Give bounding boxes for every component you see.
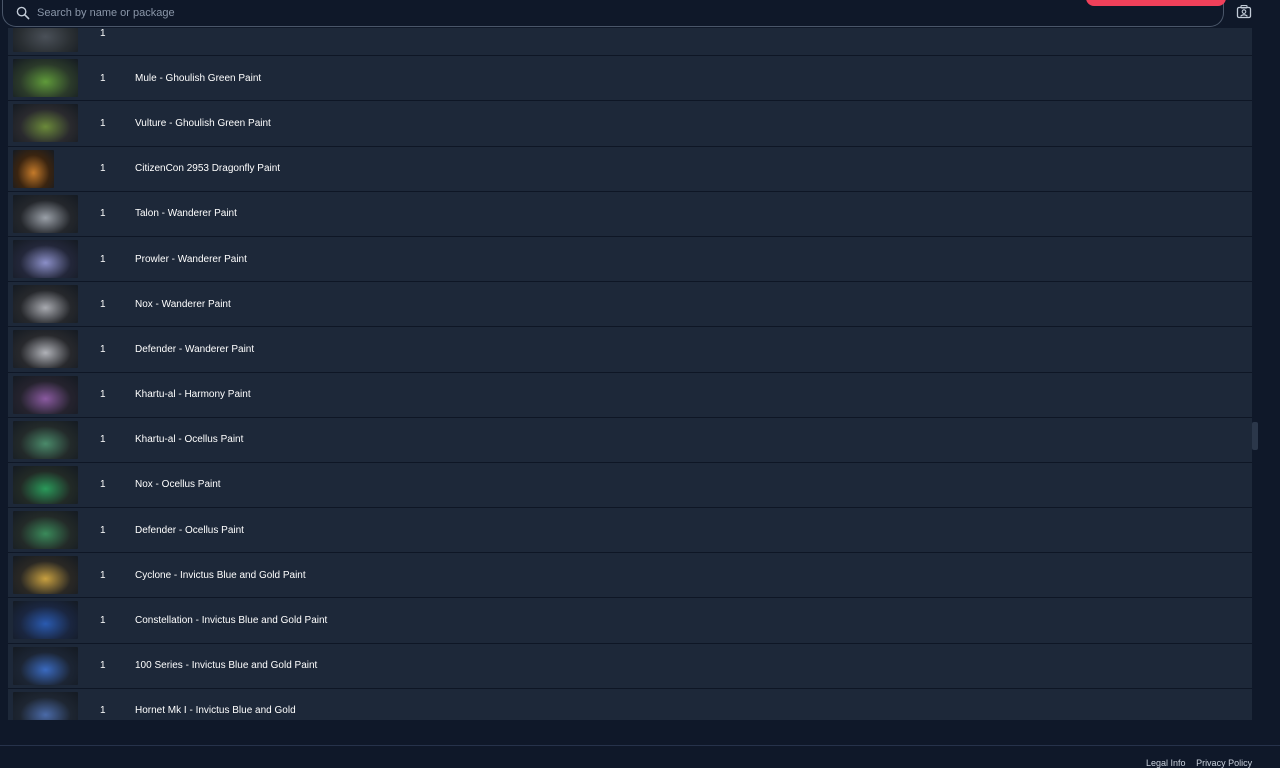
item-name: Nox - Ocellus Paint xyxy=(135,479,221,491)
item-thumbnail xyxy=(13,149,54,188)
item-quantity: 1 xyxy=(100,208,106,220)
search-bar xyxy=(2,0,1224,27)
item-quantity: 1 xyxy=(100,28,106,39)
table-row[interactable]: 1 Prowler - Wanderer Paint xyxy=(8,237,1252,283)
item-name: Vulture - Ghoulish Green Paint xyxy=(135,117,271,129)
item-name: Khartu-al - Harmony Paint xyxy=(135,389,251,401)
table-row[interactable]: 1 Vulture - Ghoulish Green Paint xyxy=(8,101,1252,147)
table-row[interactable]: 1 Defender - Wanderer Paint xyxy=(8,327,1252,373)
table-row[interactable]: 1 Khartu-al - Ocellus Paint xyxy=(8,418,1252,463)
item-name: 100 Series - Invictus Blue and Gold Pain… xyxy=(135,660,318,672)
item-name: Defender - Ocellus Paint xyxy=(135,524,244,536)
item-thumbnail xyxy=(13,285,78,324)
table-row[interactable]: 1 Nox - Wanderer Paint xyxy=(8,282,1252,328)
item-name: Constellation - Invictus Blue and Gold P… xyxy=(135,615,328,627)
table-row[interactable]: 1 Nox - Ocellus Paint xyxy=(8,463,1252,509)
item-thumbnail xyxy=(13,375,78,414)
item-thumbnail xyxy=(13,556,78,595)
item-thumbnail xyxy=(13,330,78,369)
table-row[interactable]: 1 Cyclone - Invictus Blue and Gold Paint xyxy=(8,553,1252,599)
footer-link-privacy[interactable]: Privacy Policy xyxy=(1196,758,1252,768)
item-quantity: 1 xyxy=(100,389,106,401)
table-row[interactable]: 1 xyxy=(8,28,1252,57)
item-name: CitizenCon 2953 Dragonfly Paint xyxy=(135,163,281,175)
scrollbar-track[interactable] xyxy=(1252,28,1258,720)
items-list: 1 1 Mule - Ghoulish Green Paint 1 Vulture - … xyxy=(8,28,1252,720)
item-thumbnail xyxy=(13,511,78,550)
table-row[interactable]: 1 CitizenCon 2953 Dragonfly Paint xyxy=(8,147,1252,192)
item-name: Defender - Wanderer Paint xyxy=(135,343,255,355)
item-quantity: 1 xyxy=(100,298,106,310)
item-quantity: 1 xyxy=(100,434,106,446)
item-quantity: 1 xyxy=(100,117,106,129)
item-quantity: 1 xyxy=(100,660,106,672)
item-name: Cyclone - Invictus Blue and Gold Paint xyxy=(135,569,306,581)
item-thumbnail xyxy=(13,59,78,98)
item-quantity: 1 xyxy=(100,615,106,627)
table-row[interactable]: 1 Khartu-al - Harmony Paint xyxy=(8,373,1252,418)
search-icon xyxy=(16,6,30,20)
item-quantity: 1 xyxy=(100,343,106,355)
item-quantity: 1 xyxy=(100,524,106,536)
item-thumbnail xyxy=(13,691,78,720)
scrollbar-thumb[interactable] xyxy=(1252,422,1258,450)
items-table: 1 1 Mule - Ghoulish Green Paint 1 Vulture - … xyxy=(8,28,1252,720)
item-thumbnail xyxy=(13,646,78,685)
profile-card-icon[interactable] xyxy=(1236,4,1252,20)
item-thumbnail xyxy=(13,28,78,52)
item-thumbnail xyxy=(13,239,78,278)
item-quantity: 1 xyxy=(100,72,106,84)
item-quantity: 1 xyxy=(100,705,106,717)
item-name: Nox - Wanderer Paint xyxy=(135,298,231,310)
table-row[interactable]: 1 Talon - Wanderer Paint xyxy=(8,192,1252,237)
item-name: Khartu-al - Ocellus Paint xyxy=(135,434,244,446)
item-name: Talon - Wanderer Paint xyxy=(135,208,237,220)
item-name: Prowler - Wanderer Paint xyxy=(135,253,247,265)
item-quantity: 1 xyxy=(100,569,106,581)
footer-links: Legal Info Privacy Policy xyxy=(1146,758,1260,768)
search-input[interactable] xyxy=(37,4,1077,22)
table-row[interactable]: 1 Mule - Ghoulish Green Paint xyxy=(8,56,1252,102)
item-thumbnail xyxy=(13,465,78,504)
table-row[interactable]: 1 Defender - Ocellus Paint xyxy=(8,508,1252,554)
item-name: Hornet Mk I - Invictus Blue and Gold xyxy=(135,705,296,717)
footer-link-legal[interactable]: Legal Info xyxy=(1146,758,1186,768)
table-row[interactable]: 1 Constellation - Invictus Blue and Gold … xyxy=(8,598,1252,644)
table-row[interactable]: 1 100 Series - Invictus Blue and Gold Pai… xyxy=(8,644,1252,689)
top-action-button[interactable] xyxy=(1086,0,1226,6)
item-quantity: 1 xyxy=(100,163,106,175)
table-row[interactable]: 1 Hornet Mk I - Invictus Blue and Gold xyxy=(8,689,1252,720)
item-quantity: 1 xyxy=(100,253,106,265)
item-thumbnail xyxy=(13,420,78,459)
item-name: Mule - Ghoulish Green Paint xyxy=(135,72,262,84)
footer-divider xyxy=(0,745,1280,746)
item-thumbnail xyxy=(13,601,78,640)
item-thumbnail xyxy=(13,194,78,233)
item-quantity: 1 xyxy=(100,479,106,491)
item-thumbnail xyxy=(13,104,78,143)
